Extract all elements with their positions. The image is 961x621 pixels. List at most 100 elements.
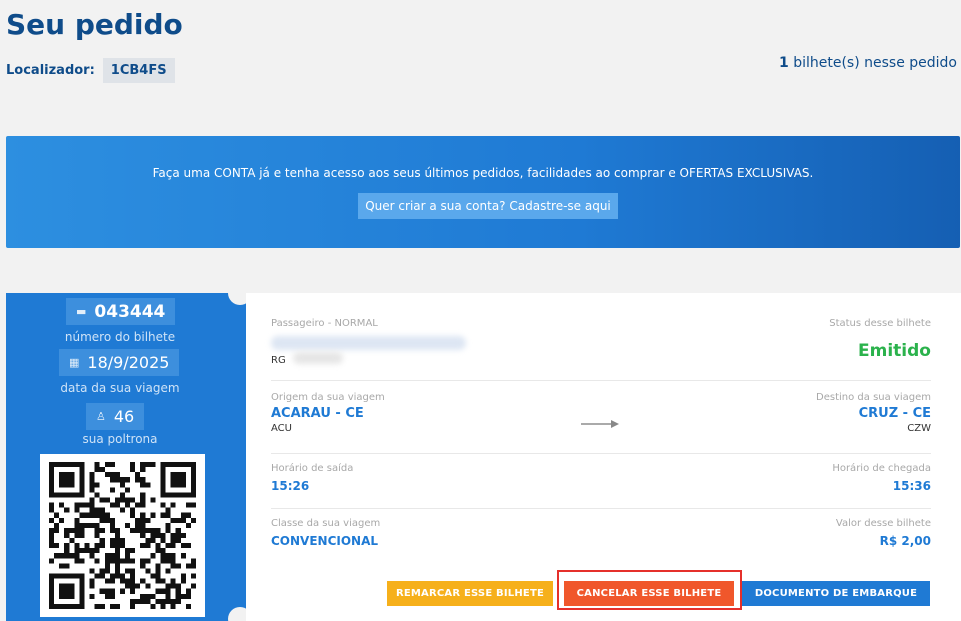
qr-module <box>130 527 136 533</box>
qr-module <box>64 482 70 488</box>
cancel-button-highlight <box>557 570 742 610</box>
qr-module <box>99 467 105 473</box>
qr-module <box>79 558 85 564</box>
qr-module <box>114 563 120 569</box>
qr-module <box>109 472 115 478</box>
qr-module <box>125 497 131 503</box>
qr-module <box>140 462 146 468</box>
price-value: R$ 2,00 <box>879 534 931 548</box>
qr-module <box>94 543 100 549</box>
qr-module <box>145 543 151 549</box>
qr-module <box>135 598 141 604</box>
qr-module <box>185 588 191 594</box>
qr-module <box>175 532 181 539</box>
qr-module <box>130 573 136 579</box>
qr-module <box>49 492 55 498</box>
qr-module <box>64 563 70 569</box>
qr-module <box>160 548 166 554</box>
qr-module <box>109 588 115 594</box>
boarding-document-button[interactable]: DOCUMENTO DE EMBARQUE <box>742 581 930 606</box>
qr-module <box>180 543 186 549</box>
qr-module <box>155 532 161 539</box>
qr-module <box>140 527 146 533</box>
qr-module <box>175 482 181 488</box>
qr-module <box>150 603 156 609</box>
qr-module <box>49 527 55 533</box>
qr-module <box>104 588 110 594</box>
qr-module <box>109 502 115 508</box>
qr-module <box>180 578 186 584</box>
travel-date-pill: ▦ 18/9/2025 <box>59 349 180 376</box>
qr-module <box>84 502 90 508</box>
qr-module <box>185 502 191 508</box>
qr-module <box>114 553 120 559</box>
qr-module <box>59 462 65 468</box>
qr-module <box>145 527 151 533</box>
qr-module <box>130 462 136 468</box>
qr-module <box>160 603 166 609</box>
qr-module <box>64 472 70 478</box>
qr-module <box>94 467 100 473</box>
qr-module <box>130 603 136 609</box>
origin-value: ACARAU - CE <box>271 406 364 421</box>
qr-module <box>59 492 65 498</box>
qr-module <box>119 482 126 488</box>
qr-module <box>155 527 161 533</box>
qr-module <box>155 568 161 574</box>
qr-module <box>170 553 176 559</box>
page-title: Seu pedido <box>6 8 183 41</box>
qr-module <box>99 603 105 609</box>
qr-module <box>165 462 171 468</box>
qr-module <box>114 538 120 544</box>
qr-module <box>94 532 100 539</box>
qr-module <box>160 588 166 594</box>
qr-module <box>145 538 151 544</box>
qr-module <box>175 462 181 468</box>
qr-module <box>160 467 166 473</box>
qr-module <box>104 593 110 599</box>
qr-module <box>170 502 176 508</box>
qr-module <box>94 507 100 513</box>
qr-module <box>79 532 85 539</box>
qr-module <box>114 532 120 539</box>
calendar-icon: ▦ <box>69 356 80 369</box>
reschedule-ticket-button[interactable]: REMARCAR ESSE BILHETE <box>387 581 553 606</box>
qr-module <box>160 512 166 518</box>
arrival-block: Horário de chegada 15:36 <box>832 463 931 493</box>
qr-module <box>64 553 70 559</box>
ticket-number-caption: número do bilhete <box>64 330 176 344</box>
qr-module <box>84 522 90 528</box>
banner-text: Faça uma CONTA já e tenha acesso aos seu… <box>152 166 814 180</box>
qr-module <box>94 573 100 579</box>
qr-module <box>170 517 176 523</box>
qr-module <box>94 512 100 518</box>
qr-module <box>94 558 100 564</box>
qr-module <box>180 472 186 478</box>
ticket-details-card: Passageiro - NORMAL RG Status desse bilh… <box>246 293 961 621</box>
qr-module <box>109 527 115 533</box>
qr-module <box>69 538 75 544</box>
qr-module <box>94 462 100 468</box>
qr-module <box>119 492 126 498</box>
qr-module <box>54 522 60 528</box>
qr-module <box>145 482 151 488</box>
qr-module <box>64 527 70 533</box>
qr-module <box>69 527 75 533</box>
qr-module <box>49 517 55 523</box>
qr-module <box>160 538 166 544</box>
qr-module <box>170 583 176 589</box>
qr-module <box>109 477 115 483</box>
qr-module <box>59 563 65 569</box>
qr-module <box>170 578 176 584</box>
qr-module <box>74 558 80 564</box>
qr-module <box>125 558 131 564</box>
qr-module <box>104 462 110 468</box>
qr-module <box>69 603 75 609</box>
signup-button[interactable]: Quer criar a sua conta? Cadastre-se aqui <box>358 193 618 219</box>
qr-module <box>119 477 126 483</box>
qr-module <box>140 593 146 599</box>
qr-module <box>119 497 126 503</box>
qr-module <box>165 588 171 594</box>
qr-module <box>104 472 110 478</box>
qr-module <box>99 538 105 544</box>
